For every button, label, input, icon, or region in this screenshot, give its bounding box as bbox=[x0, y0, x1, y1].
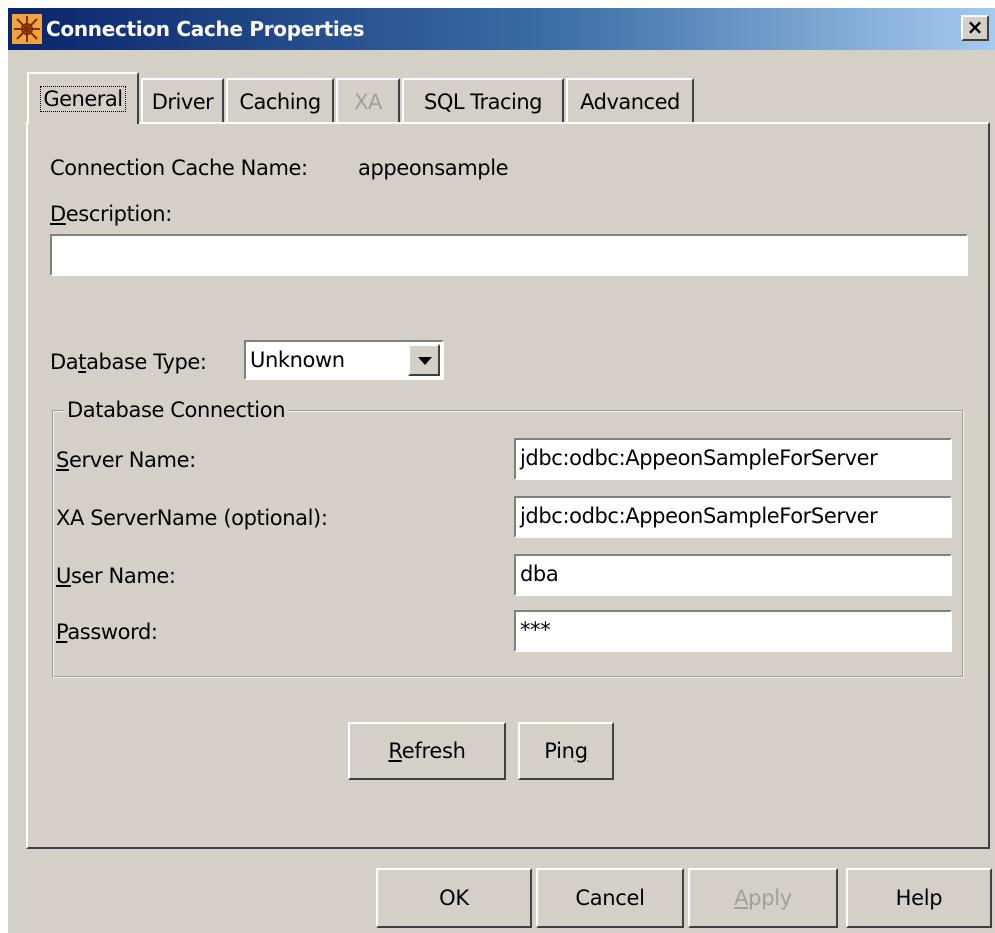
description-label: Description: bbox=[50, 202, 172, 226]
cache-name-label: Connection Cache Name: bbox=[50, 156, 308, 180]
ok-button[interactable]: OK bbox=[376, 868, 532, 928]
title-bar[interactable]: Connection Cache Properties × bbox=[8, 8, 995, 50]
tab-advanced-label: Advanced bbox=[580, 90, 680, 114]
tab-xa[interactable]: XA bbox=[336, 78, 400, 124]
tab-sql-tracing[interactable]: SQL Tracing bbox=[402, 78, 564, 124]
description-input[interactable] bbox=[50, 234, 968, 276]
tab-caching-label: Caching bbox=[239, 90, 321, 114]
user-name-input[interactable]: dba bbox=[514, 554, 952, 596]
ping-button[interactable]: Ping bbox=[518, 722, 614, 780]
xa-server-name-input[interactable]: jdbc:odbc:AppeonSampleForServer bbox=[514, 496, 952, 538]
general-tab-panel: Connection Cache Name: appeonsample Desc… bbox=[26, 122, 990, 849]
password-label: Password: bbox=[56, 620, 158, 644]
database-type-dropdown[interactable]: Unknown bbox=[244, 340, 444, 380]
tab-sql-tracing-label: SQL Tracing bbox=[424, 90, 543, 114]
help-button[interactable]: Help bbox=[846, 868, 992, 928]
window-title: Connection Cache Properties bbox=[46, 17, 365, 41]
xa-server-name-label: XA ServerName (optional): bbox=[56, 506, 328, 530]
tab-xa-label: XA bbox=[354, 90, 382, 114]
database-type-value: Unknown bbox=[250, 348, 345, 372]
tab-general-label: General bbox=[40, 86, 126, 112]
tab-caching[interactable]: Caching bbox=[226, 78, 334, 124]
cancel-button[interactable]: Cancel bbox=[536, 868, 684, 928]
refresh-button[interactable]: Refresh bbox=[348, 722, 506, 780]
database-type-label: Database Type: bbox=[50, 350, 207, 374]
tab-general[interactable]: General bbox=[27, 72, 139, 124]
database-connection-legend: Database Connection bbox=[64, 398, 289, 422]
user-name-label: User Name: bbox=[56, 564, 176, 588]
apply-button[interactable]: Apply bbox=[688, 868, 838, 928]
chevron-down-icon[interactable] bbox=[408, 344, 440, 376]
tab-advanced[interactable]: Advanced bbox=[566, 78, 694, 124]
tab-driver-label: Driver bbox=[151, 90, 214, 114]
server-name-input[interactable]: jdbc:odbc:AppeonSampleForServer bbox=[514, 438, 952, 480]
server-name-label: Server Name: bbox=[56, 448, 196, 472]
password-input[interactable]: *** bbox=[514, 610, 952, 652]
tab-driver[interactable]: Driver bbox=[141, 78, 224, 124]
sun-logo-icon bbox=[12, 14, 42, 44]
cache-name-value: appeonsample bbox=[358, 156, 509, 180]
close-icon[interactable]: × bbox=[961, 15, 989, 41]
dialog-window: Connection Cache Properties × General Dr… bbox=[8, 8, 995, 933]
